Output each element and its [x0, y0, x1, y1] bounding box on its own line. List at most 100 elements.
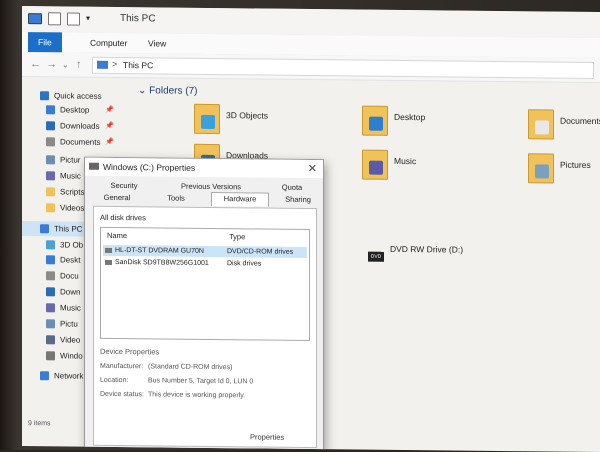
- sidebar-item-label: Deskt: [60, 255, 81, 265]
- dialog-title: Windows (C:) Properties: [103, 161, 196, 173]
- tab-previous-versions[interactable]: Previous Versions: [173, 181, 249, 193]
- window-title: This PC: [120, 13, 156, 25]
- videos-icon: [46, 335, 55, 345]
- download-icon: [46, 287, 55, 297]
- desktop-icon: [46, 255, 55, 265]
- tab-quota[interactable]: Quota: [275, 182, 309, 193]
- pictures-icon: [46, 319, 55, 329]
- breadcrumb[interactable]: This PC: [123, 60, 153, 70]
- pin-icon: 📌: [105, 138, 114, 146]
- table-row[interactable]: HL-DT-ST DVDRAM GU70N DVD/CD-ROM drives: [103, 244, 307, 258]
- drive-icon: [46, 351, 55, 361]
- sidebar-item-label: Pictur: [60, 155, 81, 165]
- sidebar-item-label: Music: [60, 171, 81, 181]
- folder-icon: [362, 149, 388, 180]
- tab-file[interactable]: File: [28, 32, 62, 53]
- download-icon: [46, 121, 55, 131]
- row-name: SanDisk SD9TB8W256G1001: [115, 258, 209, 267]
- desktop-icon: [46, 105, 55, 115]
- properties-icon[interactable]: [48, 12, 61, 26]
- close-icon[interactable]: ✕: [308, 162, 317, 175]
- dialog-title-bar: Windows (C:) Properties ✕: [85, 157, 323, 179]
- sidebar-item-documents[interactable]: Documents 📌: [22, 134, 114, 150]
- folder-item-pictures[interactable]: Pictures: [528, 153, 600, 191]
- table-row[interactable]: SanDisk SD9TB8W256G1001 Disk drives: [103, 257, 307, 270]
- desktop-icon: [369, 116, 383, 131]
- tab-sharing[interactable]: Sharing: [281, 194, 315, 205]
- tab-view[interactable]: View: [140, 33, 174, 53]
- chevron-down-icon[interactable]: ▾: [86, 14, 94, 25]
- music-icon: [46, 171, 55, 181]
- group-header-label: Folders (7): [149, 85, 198, 97]
- documents-icon: [535, 120, 549, 135]
- folder-icon: [528, 153, 554, 184]
- folder-label: 3D Objects: [226, 110, 269, 121]
- music-icon: [46, 303, 55, 313]
- folder-icon: [528, 109, 554, 140]
- folder-label: Desktop: [394, 111, 426, 123]
- folder-icon: [46, 187, 55, 197]
- device-status-value: This device is working properly.: [148, 391, 246, 400]
- folder-item-desktop[interactable]: Desktop: [362, 105, 522, 144]
- quick-access-toolbar: ▾: [28, 12, 94, 26]
- folder-label: Documents: [560, 115, 600, 127]
- tab-security[interactable]: Security: [107, 180, 141, 191]
- column-header-name[interactable]: Name: [107, 231, 127, 240]
- folder-label: Pictures: [560, 159, 591, 170]
- documents-icon: [46, 137, 55, 147]
- properties-button[interactable]: Properties: [250, 432, 284, 441]
- documents-icon: [46, 271, 55, 281]
- pictures-icon: [535, 164, 549, 179]
- forward-arrow-icon[interactable]: →: [46, 58, 57, 70]
- dvd-drive-icon: DVD: [368, 251, 384, 262]
- folders-group-header[interactable]: ⌄ Folders (7): [138, 85, 198, 97]
- manufacturer-label: Manufacturer:: [100, 362, 144, 371]
- back-arrow-icon[interactable]: ←: [30, 58, 41, 70]
- 3d-objects-icon: [201, 114, 215, 130]
- sidebar-item-label: Documents: [60, 137, 101, 147]
- sidebar-item-label: 3D Ob: [60, 240, 84, 250]
- sidebar-item-label: Video: [60, 335, 81, 345]
- folder-item-documents[interactable]: Documents: [528, 109, 600, 147]
- up-arrow-icon[interactable]: ↑: [76, 59, 82, 71]
- music-icon: [369, 160, 383, 175]
- location-value: Bus Number 5, Target Id 0, LUN 0: [148, 377, 254, 386]
- device-list[interactable]: Name Type HL-DT-ST DVDRAM GU70N DVD/CD-R…: [100, 226, 310, 342]
- device-status-label: Device status:: [100, 390, 144, 399]
- device-properties-header: Device Properties: [100, 346, 160, 357]
- all-disk-drives-label: All disk drives: [100, 212, 146, 223]
- column-header-type[interactable]: Type: [229, 232, 245, 241]
- folder-item-music[interactable]: Music: [362, 149, 522, 188]
- location-label: Location:: [100, 376, 129, 385]
- address-box[interactable]: > This PC: [92, 56, 594, 79]
- 3d-objects-icon: [46, 240, 55, 250]
- hardware-panel: All disk drives Name Type HL-DT-ST DVDRA…: [93, 205, 317, 449]
- tab-hardware[interactable]: Hardware: [211, 191, 269, 207]
- sidebar-item-label: Windo: [60, 351, 83, 361]
- sidebar-item-label: Scripts: [60, 187, 85, 197]
- sidebar-item-label: Desktop: [60, 105, 90, 115]
- chevron-down-icon: ⌄: [138, 85, 150, 97]
- drive-icon: [89, 162, 99, 170]
- pin-icon: 📌: [105, 122, 114, 130]
- sidebar-item-downloads[interactable]: Downloads 📌: [22, 118, 114, 134]
- recent-chevron-icon[interactable]: ⌄: [62, 60, 69, 69]
- tab-computer[interactable]: Computer: [82, 33, 135, 54]
- network-icon: [40, 371, 49, 381]
- folder-item-3d-objects[interactable]: 3D Objects: [194, 103, 354, 142]
- sidebar-item-label: Docu: [60, 271, 79, 281]
- folder-icon: [194, 103, 220, 135]
- tab-tools[interactable]: Tools: [161, 192, 191, 203]
- tab-general[interactable]: General: [99, 192, 135, 203]
- sidebar-item-desktop[interactable]: Desktop 📌: [22, 102, 114, 118]
- sidebar-item-label: Downloads: [60, 121, 100, 131]
- device-properties-group: Device Properties Manufacturer: (Standar…: [100, 346, 310, 442]
- row-type: DVD/CD-ROM drives: [227, 248, 294, 256]
- star-icon: [40, 91, 49, 101]
- computer-icon: [40, 224, 49, 234]
- sidebar-item-label: Network: [54, 371, 84, 381]
- drive-label: DVD RW Drive (D:): [390, 243, 464, 255]
- pictures-icon: [46, 155, 55, 165]
- new-folder-icon[interactable]: [67, 12, 80, 26]
- sidebar-item-label: Down: [60, 287, 81, 297]
